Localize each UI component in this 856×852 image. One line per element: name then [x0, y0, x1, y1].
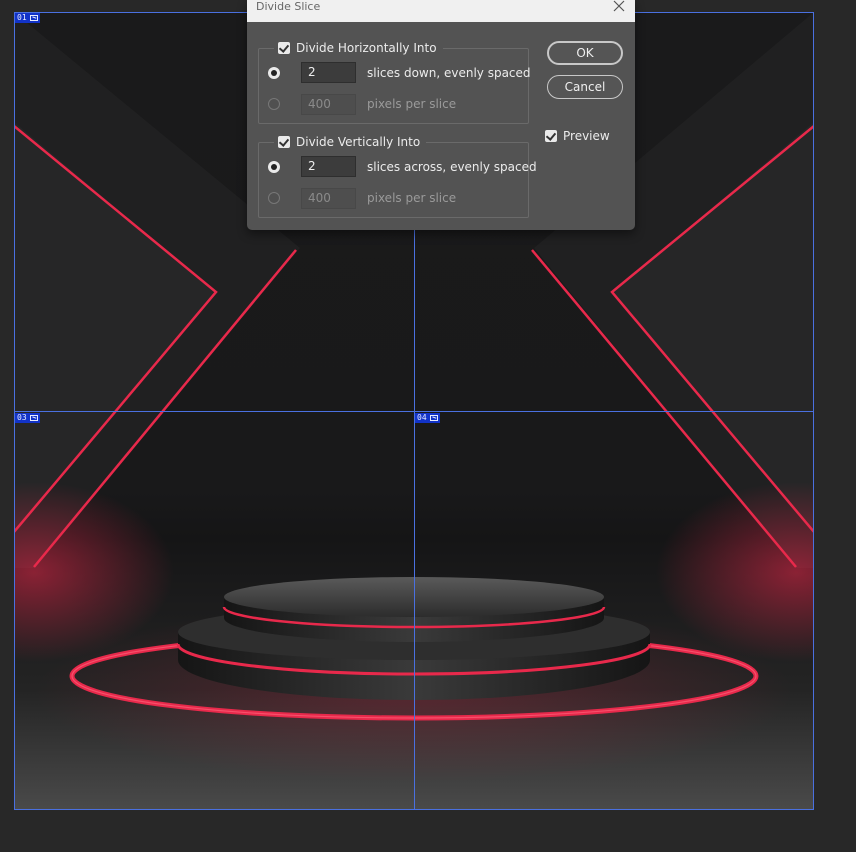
pixels-per-slice-v-radio[interactable] [268, 192, 280, 204]
checkbox-checked-icon [278, 136, 290, 148]
divide-horizontally-label: Divide Horizontally Into [296, 41, 437, 55]
ok-button[interactable]: OK [547, 41, 623, 65]
preview-checkbox[interactable]: Preview [545, 128, 610, 144]
slices-down-radio[interactable] [268, 67, 280, 79]
divide-vertically-checkbox[interactable]: Divide Vertically Into [274, 134, 427, 150]
pixels-per-slice-h-radio[interactable] [268, 98, 280, 110]
image-slice-icon [429, 415, 438, 421]
slices-across-radio[interactable] [268, 161, 280, 173]
slices-across-input[interactable]: 2 [301, 156, 356, 177]
pixels-per-slice-h-label: pixels per slice [367, 97, 457, 111]
divide-vertically-label: Divide Vertically Into [296, 135, 421, 149]
slices-across-label: slices across, evenly spaced [367, 160, 537, 174]
slice-badge-03[interactable]: 03 [15, 413, 40, 423]
divide-horizontally-checkbox[interactable]: Divide Horizontally Into [274, 40, 443, 56]
slice-number: 01 [17, 13, 27, 22]
slice-number: 04 [417, 413, 427, 422]
horizontal-group [258, 48, 529, 124]
checkbox-checked-icon [278, 42, 290, 54]
close-icon[interactable] [610, 0, 628, 15]
slices-down-label: slices down, evenly spaced [367, 66, 531, 80]
slices-down-input[interactable]: 2 [301, 62, 356, 83]
slice-number: 03 [17, 413, 27, 422]
preview-label: Preview [563, 129, 610, 143]
vertical-group [258, 142, 529, 218]
divide-slice-dialog: Divide Slice Divide Horizontally Into 2 … [247, 0, 635, 230]
image-slice-icon [29, 415, 38, 421]
slice-badge-01[interactable]: 01 [15, 13, 40, 23]
checkbox-checked-icon [545, 130, 557, 142]
dialog-titlebar[interactable]: Divide Slice [247, 0, 635, 22]
pixels-per-slice-v-label: pixels per slice [367, 191, 457, 205]
cancel-button[interactable]: Cancel [547, 75, 623, 99]
pixels-per-slice-v-input[interactable]: 400 [301, 188, 356, 209]
image-slice-icon [29, 15, 38, 21]
pixels-per-slice-h-input[interactable]: 400 [301, 94, 356, 115]
slice-badge-04[interactable]: 04 [415, 413, 440, 423]
dialog-title: Divide Slice [256, 0, 321, 13]
